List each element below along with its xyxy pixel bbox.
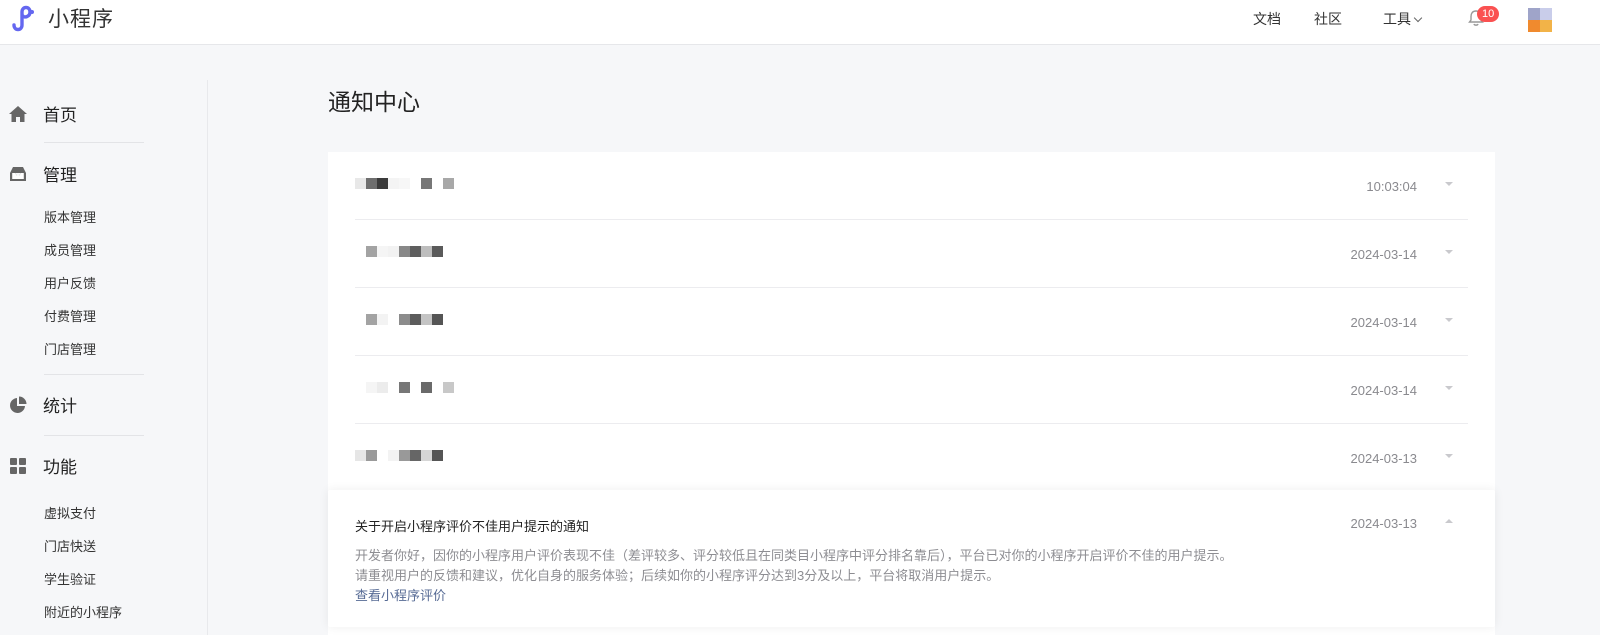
view-ratings-link[interactable]: 查看小程序评价 bbox=[355, 585, 446, 604]
pie-chart-icon bbox=[10, 396, 27, 413]
sidebar-item-store-delivery[interactable]: 门店快送 bbox=[44, 536, 96, 555]
notification-body-line: 开发者你好，因你的小程序用户评价表现不佳（差评较多、评分较低且在同类目小程序中评… bbox=[355, 548, 1233, 563]
sidebar-item-stores[interactable]: 门店管理 bbox=[44, 339, 96, 358]
sidebar-item-nearby[interactable]: 附近的小程序 bbox=[44, 602, 122, 621]
notification-title: 关于开启小程序评价不佳用户提示的通知 bbox=[355, 519, 590, 534]
nav-tools[interactable]: 工具 bbox=[1383, 9, 1423, 29]
notification-badge: 10 bbox=[1477, 6, 1500, 22]
notification-row[interactable]: 2024-03-13 bbox=[328, 424, 1495, 492]
sidebar-label-home: 首页 bbox=[43, 106, 77, 125]
app-name: 小程序 bbox=[48, 8, 114, 31]
sidebar: 首页 管理 版本管理 成员管理 用户反馈 付费管理 门店管理 统计 功能 虚拟支… bbox=[0, 80, 208, 635]
notification-row[interactable]: 2024-03-14 bbox=[328, 288, 1495, 356]
sidebar-divider bbox=[44, 142, 144, 143]
sidebar-item-manage[interactable]: 管理 bbox=[8, 161, 77, 186]
expanded-notification[interactable]: 关于开启小程序评价不佳用户提示的通知 2024-03-13 开发者你好，因你的小… bbox=[328, 490, 1495, 627]
sidebar-divider bbox=[44, 374, 144, 375]
nav-docs[interactable]: 文档 bbox=[1253, 9, 1281, 29]
home-icon bbox=[9, 105, 27, 122]
sidebar-label-manage: 管理 bbox=[43, 166, 77, 185]
sidebar-item-feedback[interactable]: 用户反馈 bbox=[44, 273, 96, 292]
avatar[interactable] bbox=[1528, 8, 1552, 32]
expand-arrow-icon[interactable] bbox=[1445, 454, 1453, 458]
sidebar-label-features: 功能 bbox=[43, 458, 77, 477]
notification-row[interactable]: 10:03:04 bbox=[328, 152, 1495, 220]
nav-community[interactable]: 社区 bbox=[1314, 9, 1342, 29]
notification-date: 10:03:04 bbox=[1366, 179, 1417, 194]
page-title: 通知中心 bbox=[328, 89, 420, 115]
collapse-arrow-icon[interactable] bbox=[1445, 519, 1453, 523]
notification-date: 2024-03-13 bbox=[1350, 516, 1418, 531]
notification-date: 2024-03-14 bbox=[1350, 247, 1418, 262]
sidebar-item-home[interactable]: 首页 bbox=[8, 101, 77, 126]
notification-row[interactable]: 2024-03-14 bbox=[328, 220, 1495, 288]
sidebar-item-members[interactable]: 成员管理 bbox=[44, 240, 96, 259]
sidebar-item-version[interactable]: 版本管理 bbox=[44, 207, 96, 226]
notification-row[interactable]: 2024-03-14 bbox=[328, 356, 1495, 424]
sidebar-item-features[interactable]: 功能 bbox=[8, 453, 77, 478]
notification-date: 2024-03-14 bbox=[1350, 383, 1418, 398]
expand-arrow-icon[interactable] bbox=[1445, 318, 1453, 322]
sidebar-item-virtual-pay[interactable]: 虚拟支付 bbox=[44, 503, 96, 522]
sidebar-item-payment[interactable]: 付费管理 bbox=[44, 306, 96, 325]
notification-body-line: 请重视用户的反馈和建议，优化自身的服务体验；后续如你的小程序评分达到3分及以上，… bbox=[355, 568, 1000, 583]
grid-icon bbox=[10, 457, 26, 474]
sidebar-item-stats[interactable]: 统计 bbox=[8, 392, 77, 417]
chevron-down-icon bbox=[1413, 13, 1423, 23]
miniprogram-logo-icon bbox=[12, 5, 34, 32]
nav-tools-label: 工具 bbox=[1383, 11, 1411, 27]
sidebar-label-stats: 统计 bbox=[43, 397, 77, 416]
notification-date: 2024-03-13 bbox=[1350, 451, 1418, 466]
logo[interactable]: 小程序 bbox=[10, 3, 114, 33]
expand-arrow-icon[interactable] bbox=[1445, 250, 1453, 254]
inbox-icon bbox=[10, 166, 26, 181]
sidebar-item-student-verify[interactable]: 学生验证 bbox=[44, 569, 96, 588]
expand-arrow-icon[interactable] bbox=[1445, 386, 1453, 390]
sidebar-divider bbox=[44, 435, 144, 436]
notification-date: 2024-03-14 bbox=[1350, 315, 1418, 330]
top-bar: 小程序 文档 社区 工具 10 bbox=[0, 0, 1600, 45]
expand-arrow-icon[interactable] bbox=[1445, 182, 1453, 186]
